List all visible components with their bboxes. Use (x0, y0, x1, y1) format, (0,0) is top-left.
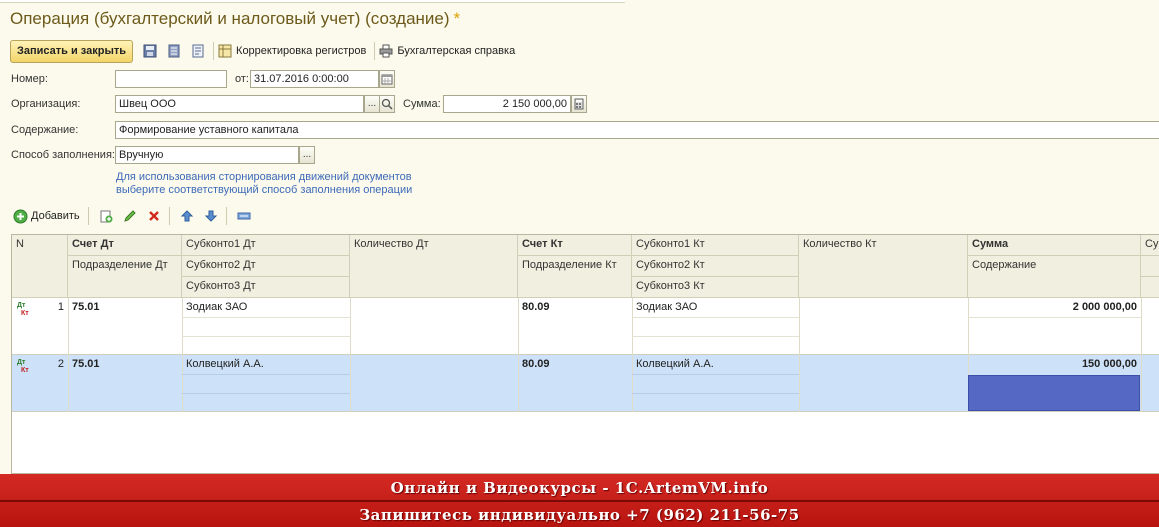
toolbar-separator (213, 42, 215, 60)
save-and-close-button[interactable]: Записать и закрыть (10, 39, 134, 63)
col-subconto2-dt[interactable]: Субконто2 Дт (182, 256, 350, 277)
col-sum[interactable]: Сумма (968, 235, 1141, 256)
copy-row-icon[interactable] (99, 209, 113, 223)
correct-registers-label: Корректировка регистров (236, 45, 367, 57)
toolbar-separator (225, 207, 227, 225)
entry-type-icon: Дт Кт (17, 359, 29, 374)
accounting-report-label: Бухгалтерская справка (397, 45, 516, 57)
col-account-dt[interactable]: Счет Дт (68, 235, 182, 256)
date-label: от: (235, 73, 249, 85)
col-n[interactable]: N (12, 235, 68, 298)
col-subconto1-kt[interactable]: Субконто1 Кт (632, 235, 799, 256)
toolbar-separator (168, 207, 170, 225)
move-up-icon[interactable] (180, 209, 194, 223)
add-row-label: Добавить (31, 210, 80, 222)
select-fill-method-button[interactable]: ... (299, 146, 315, 164)
storno-icon[interactable] (237, 209, 251, 223)
col-division-dt[interactable]: Подразделение Дт (68, 256, 182, 298)
col-more-3[interactable] (1141, 277, 1159, 298)
table-row[interactable]: Дт Кт 1 75.01 Зодиак ЗАО 80.09 Зодиак ЗАО… (12, 298, 1159, 355)
move-down-icon[interactable] (204, 209, 218, 223)
document-icon[interactable] (191, 44, 205, 58)
sum-cell[interactable]: 2 000 000,00 (968, 298, 1141, 317)
printer-icon (379, 44, 393, 58)
sum-label: Сумма: (403, 98, 441, 110)
edit-row-icon[interactable] (123, 209, 137, 223)
calendar-icon[interactable] (379, 70, 395, 88)
col-quantity-kt[interactable]: Количество Кт (799, 235, 968, 298)
content-field[interactable]: Формирование уставного капитала (115, 121, 1159, 139)
col-division-kt[interactable]: Подразделение Кт (518, 256, 632, 298)
col-subconto1-dt[interactable]: Субконто1 Дт (182, 235, 350, 256)
account-kt-cell[interactable]: 80.09 (518, 298, 632, 317)
banner-line-2: Запишитесь индивидуально +7 (962) 211-56… (359, 506, 800, 524)
col-quantity-dt[interactable]: Количество Дт (350, 235, 518, 298)
subconto1-dt-cell[interactable]: Зодиак ЗАО (182, 298, 350, 317)
modified-mark: * (453, 9, 461, 28)
row-number: 2 (57, 358, 64, 370)
registers-icon (218, 44, 232, 58)
calculator-icon[interactable] (571, 95, 587, 113)
add-icon (13, 209, 28, 223)
col-subconto3-kt[interactable]: Субконто3 Кт (632, 277, 799, 298)
add-row-button[interactable]: Добавить (13, 209, 80, 224)
table-toolbar: Добавить (13, 207, 251, 225)
account-dt-cell[interactable]: 75.01 (68, 298, 182, 317)
organization-label: Организация: (11, 98, 81, 110)
open-organization-icon[interactable] (379, 95, 395, 113)
date-field[interactable]: 31.07.2016 0:00:00 (250, 70, 379, 88)
main-toolbar: Записать и закрыть Корректировка регистр… (10, 39, 515, 63)
select-organization-button[interactable]: ... (364, 95, 380, 113)
sum-field[interactable]: 2 150 000,00 (443, 95, 571, 113)
fill-method-label: Способ заполнения: (11, 149, 115, 161)
window-top-edge (0, 0, 1159, 3)
subconto1-kt-cell[interactable]: Колвецкий А.А. (632, 355, 799, 374)
banner-line-1: Онлайн и Видеокурсы - 1С.ArtemVM.info (390, 479, 769, 497)
fill-method-field[interactable]: Вручную (115, 146, 299, 164)
content-label: Содержание: (11, 124, 79, 136)
storno-hint-line2: выберите соответствующий способ заполнен… (116, 184, 413, 196)
promo-banner: Онлайн и Видеокурсы - 1С.ArtemVM.info За… (0, 474, 1159, 527)
row-number: 1 (57, 301, 64, 313)
organization-field[interactable]: Швец ООО (115, 95, 364, 113)
subconto1-kt-cell[interactable]: Зодиак ЗАО (632, 298, 799, 317)
save-icon[interactable] (143, 44, 157, 58)
window-title: Операция (бухгалтерский и налоговый учет… (10, 9, 460, 29)
storno-hint-line1: Для использования сторнирования движений… (116, 171, 412, 183)
toolbar-separator (374, 42, 376, 60)
subconto1-dt-cell[interactable]: Колвецкий А.А. (182, 355, 350, 374)
account-dt-cell[interactable]: 75.01 (68, 355, 182, 374)
window-title-text: Операция (бухгалтерский и налоговый учет… (10, 9, 450, 28)
col-subconto2-kt[interactable]: Субконто2 Кт (632, 256, 799, 277)
sum-cell[interactable]: 150 000,00 (968, 355, 1141, 374)
post-icon[interactable] (167, 44, 181, 58)
accounting-report-button[interactable]: Бухгалтерская справка (379, 44, 515, 58)
entries-table: N Счет Дт Подразделение Дт Субконто1 Дт … (11, 234, 1159, 474)
col-account-kt[interactable]: Счет Кт (518, 235, 632, 256)
col-more[interactable]: Су (1141, 235, 1159, 256)
col-subconto3-dt[interactable]: Субконто3 Дт (182, 277, 350, 298)
storno-hint[interactable]: Для использования сторнирования движений… (116, 171, 412, 197)
entry-type-icon: Дт Кт (17, 302, 29, 317)
delete-row-icon[interactable] (147, 209, 161, 223)
active-content-cell[interactable] (968, 375, 1140, 411)
account-kt-cell[interactable]: 80.09 (518, 355, 632, 374)
toolbar-separator (87, 207, 89, 225)
correct-registers-button[interactable]: Корректировка регистров (218, 44, 366, 58)
col-content[interactable]: Содержание (968, 256, 1141, 298)
table-header: N Счет Дт Подразделение Дт Субконто1 Дт … (12, 235, 1159, 298)
number-label: Номер: (11, 73, 48, 85)
col-more-2[interactable] (1141, 256, 1159, 277)
number-field[interactable] (115, 70, 227, 88)
